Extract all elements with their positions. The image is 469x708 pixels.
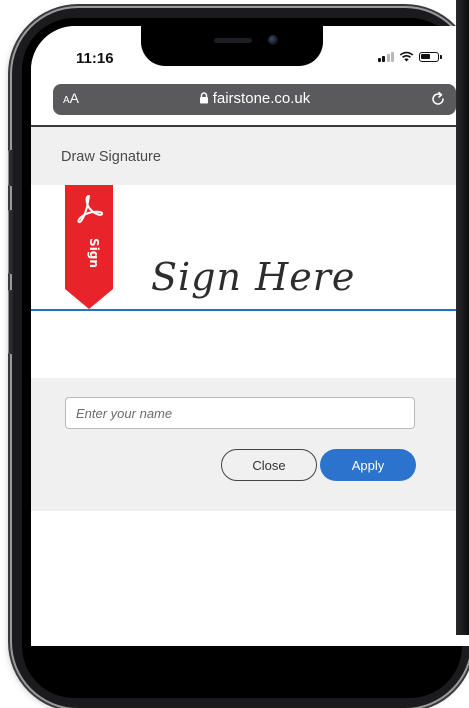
name-input[interactable] <box>65 397 415 429</box>
page-blank-area <box>31 511 469 646</box>
mute-switch <box>8 150 13 186</box>
signature-form: Close Apply <box>31 378 469 511</box>
signature-line <box>31 309 469 311</box>
apply-button[interactable]: Apply <box>320 449 416 481</box>
url-text: fairstone.co.uk <box>212 90 311 107</box>
lock-icon <box>199 92 208 104</box>
phone-right-bezel <box>456 0 469 635</box>
speaker-grille <box>214 38 252 43</box>
notch <box>141 26 323 66</box>
close-button[interactable]: Close <box>221 449 317 481</box>
url-display[interactable]: fairstone.co.uk <box>53 90 456 107</box>
volume-up-button <box>8 210 13 274</box>
dialog-header: Draw Signature <box>31 127 469 185</box>
battery-icon <box>419 51 442 62</box>
status-bar: 11:16 <box>31 26 469 82</box>
ribbon-label: Sign <box>87 238 101 268</box>
status-icons <box>377 51 442 62</box>
volume-down-button <box>8 290 13 354</box>
phone-screen: 11:16 AA fairstone.co.uk Draw Signature … <box>31 26 469 646</box>
reload-icon[interactable] <box>430 91 446 107</box>
dialog-title: Draw Signature <box>61 149 161 165</box>
wifi-icon <box>399 51 414 62</box>
sign-ribbon: Sign <box>65 185 113 313</box>
signal-icon <box>377 51 394 62</box>
sign-here-prompt: Sign Here <box>151 255 356 299</box>
signature-canvas[interactable]: Sign Sign Here <box>31 185 469 378</box>
address-bar[interactable]: AA fairstone.co.uk <box>53 84 456 115</box>
web-page: Draw Signature Sign Sign Here Close Appl… <box>31 125 469 646</box>
front-camera <box>268 35 278 45</box>
status-time: 11:16 <box>76 50 114 67</box>
